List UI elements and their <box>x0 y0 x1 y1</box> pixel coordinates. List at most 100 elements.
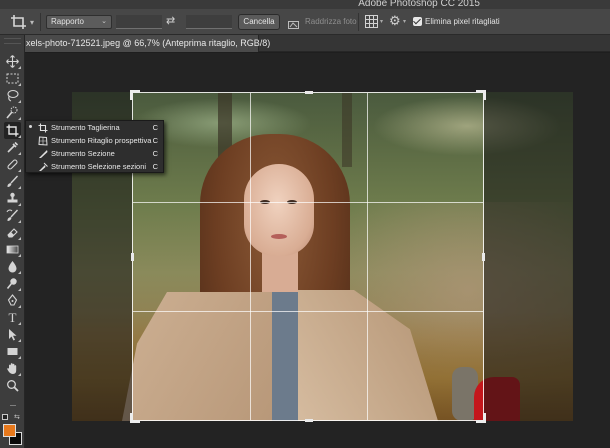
more-tools[interactable]: ··· <box>4 396 21 413</box>
flyout-item-label: Strumento Sezione <box>51 149 115 158</box>
tool-group-indicator <box>18 203 21 206</box>
history-brush-tool[interactable] <box>4 207 21 224</box>
grid-line <box>250 93 251 420</box>
flyout-item-slice[interactable]: Strumento Sezione C <box>26 148 165 160</box>
divider <box>40 13 41 31</box>
flyout-item-slice-select[interactable]: Strumento Selezione sezioni C <box>26 161 165 173</box>
tool-group-indicator <box>18 220 21 223</box>
healing-tool[interactable] <box>4 156 21 173</box>
crop-handle-bottom-left[interactable] <box>130 413 140 423</box>
type-icon: T <box>8 309 17 325</box>
straighten-icon[interactable] <box>288 17 299 29</box>
tool-group-indicator <box>18 83 21 86</box>
ratio-select-value: Rapporto <box>51 17 84 26</box>
flyout-item-label: Strumento Ritaglio prospettiva <box>51 136 152 145</box>
document-tab-label: xels-photo-712521.jpeg @ 66,7% (Anteprim… <box>26 38 271 48</box>
crop-icon <box>11 15 26 29</box>
brush-tool[interactable] <box>4 173 21 190</box>
flyout-item-perspective-crop[interactable]: Strumento Ritaglio prospettiva C <box>26 135 165 147</box>
perspective-crop-icon <box>38 136 48 146</box>
tool-group-indicator <box>18 373 21 376</box>
chevron-down-icon[interactable]: ▾ <box>30 18 34 27</box>
flyout-item-label: Strumento Selezione sezioni <box>51 162 147 171</box>
tool-group-indicator <box>18 288 21 291</box>
hand-tool[interactable] <box>4 360 21 377</box>
crop-handle-top-left[interactable] <box>130 90 140 100</box>
zoom-icon <box>7 380 19 392</box>
crop-tool-flyout: Strumento Taglierina C Strumento Ritagli… <box>25 120 164 173</box>
height-input[interactable] <box>186 15 232 29</box>
gradient-tool[interactable] <box>4 241 21 258</box>
flyout-item-shortcut: C <box>152 136 158 145</box>
flyout-item-crop[interactable]: Strumento Taglierina C <box>26 122 165 134</box>
grid-line <box>133 311 483 312</box>
crop-handle-top[interactable] <box>305 91 313 94</box>
blur-tool[interactable] <box>4 258 21 275</box>
delete-cropped-checkbox[interactable] <box>413 17 422 26</box>
crop-handle-bottom-right[interactable] <box>476 413 486 423</box>
quick-select-tool[interactable] <box>4 104 21 121</box>
tool-group-indicator <box>18 254 21 257</box>
crop-handle-left[interactable] <box>131 253 134 261</box>
tool-group-indicator <box>18 100 21 103</box>
gear-icon[interactable]: ⚙ <box>389 14 401 28</box>
flyout-item-shortcut: C <box>152 149 158 158</box>
dodge-tool[interactable] <box>4 275 21 292</box>
chevron-down-icon[interactable]: ▾ <box>403 18 406 25</box>
overlay-grid-icon[interactable] <box>365 15 378 28</box>
tool-group-indicator <box>18 135 21 138</box>
panel-grip[interactable] <box>4 38 21 44</box>
move-tool[interactable] <box>4 53 21 70</box>
options-bar: ▾ Rapporto ⌄ ⇄ Cancella Raddrizza foto ▾… <box>0 9 610 35</box>
tool-group-indicator <box>18 152 21 155</box>
stamp-tool[interactable] <box>4 190 21 207</box>
grid-line <box>367 93 368 420</box>
zoom-tool[interactable] <box>4 377 21 394</box>
pen-tool[interactable] <box>4 292 21 309</box>
delete-cropped-label[interactable]: Elimina pixel ritagliati <box>425 17 500 26</box>
flyout-item-label: Strumento Taglierina <box>51 123 120 132</box>
crop-tool[interactable] <box>4 122 21 139</box>
default-colors-icon[interactable] <box>2 414 8 420</box>
path-select-tool[interactable] <box>4 326 21 343</box>
swap-colors-icon[interactable]: ⇆ <box>14 413 20 421</box>
type-tool[interactable]: T <box>4 309 21 326</box>
marquee-tool[interactable] <box>4 70 21 87</box>
tool-group-indicator <box>18 237 21 240</box>
cancel-button[interactable]: Cancella <box>238 14 280 30</box>
crop-handle-bottom[interactable] <box>305 419 313 422</box>
tool-group-indicator <box>18 169 21 172</box>
ellipsis-icon: ··· <box>9 399 17 410</box>
tools-panel: T ··· ⇆ <box>0 35 25 448</box>
crop-tool-preset-icon[interactable] <box>10 14 28 30</box>
canvas-area[interactable] <box>25 53 610 448</box>
eyedropper-tool[interactable] <box>4 139 21 156</box>
grid-line <box>133 202 483 203</box>
tool-group-indicator <box>18 339 21 342</box>
straighten-label[interactable]: Raddrizza foto <box>305 17 357 26</box>
shape-tool[interactable] <box>4 343 21 360</box>
slice-icon <box>39 150 48 158</box>
tool-group-indicator <box>18 356 21 359</box>
flyout-item-shortcut: C <box>152 123 158 132</box>
crop-handle-right[interactable] <box>482 253 485 261</box>
swap-icon[interactable]: ⇄ <box>166 15 178 27</box>
ratio-select[interactable]: Rapporto ⌄ <box>46 15 112 29</box>
chevron-down-icon: ⌄ <box>101 18 107 25</box>
title-bar: Adobe Photoshop CC 2015 <box>0 0 610 9</box>
tool-group-indicator <box>18 271 21 274</box>
crop-box[interactable] <box>130 90 486 423</box>
tool-group-indicator <box>18 305 21 308</box>
divider <box>358 13 359 31</box>
lasso-tool[interactable] <box>4 87 21 104</box>
foreground-color-swatch[interactable] <box>3 424 16 437</box>
chevron-down-icon[interactable]: ▾ <box>380 18 383 25</box>
crop-shield-right <box>484 92 573 421</box>
crop-handle-top-right[interactable] <box>476 90 486 100</box>
tool-group-indicator <box>18 66 21 69</box>
width-input[interactable] <box>116 15 162 29</box>
document-tab[interactable]: xels-photo-712521.jpeg @ 66,7% (Anteprim… <box>25 35 270 52</box>
document-tab-bar: xels-photo-712521.jpeg @ 66,7% (Anteprim… <box>25 35 610 52</box>
flyout-item-shortcut: C <box>152 162 158 171</box>
eraser-tool[interactable] <box>4 224 21 241</box>
